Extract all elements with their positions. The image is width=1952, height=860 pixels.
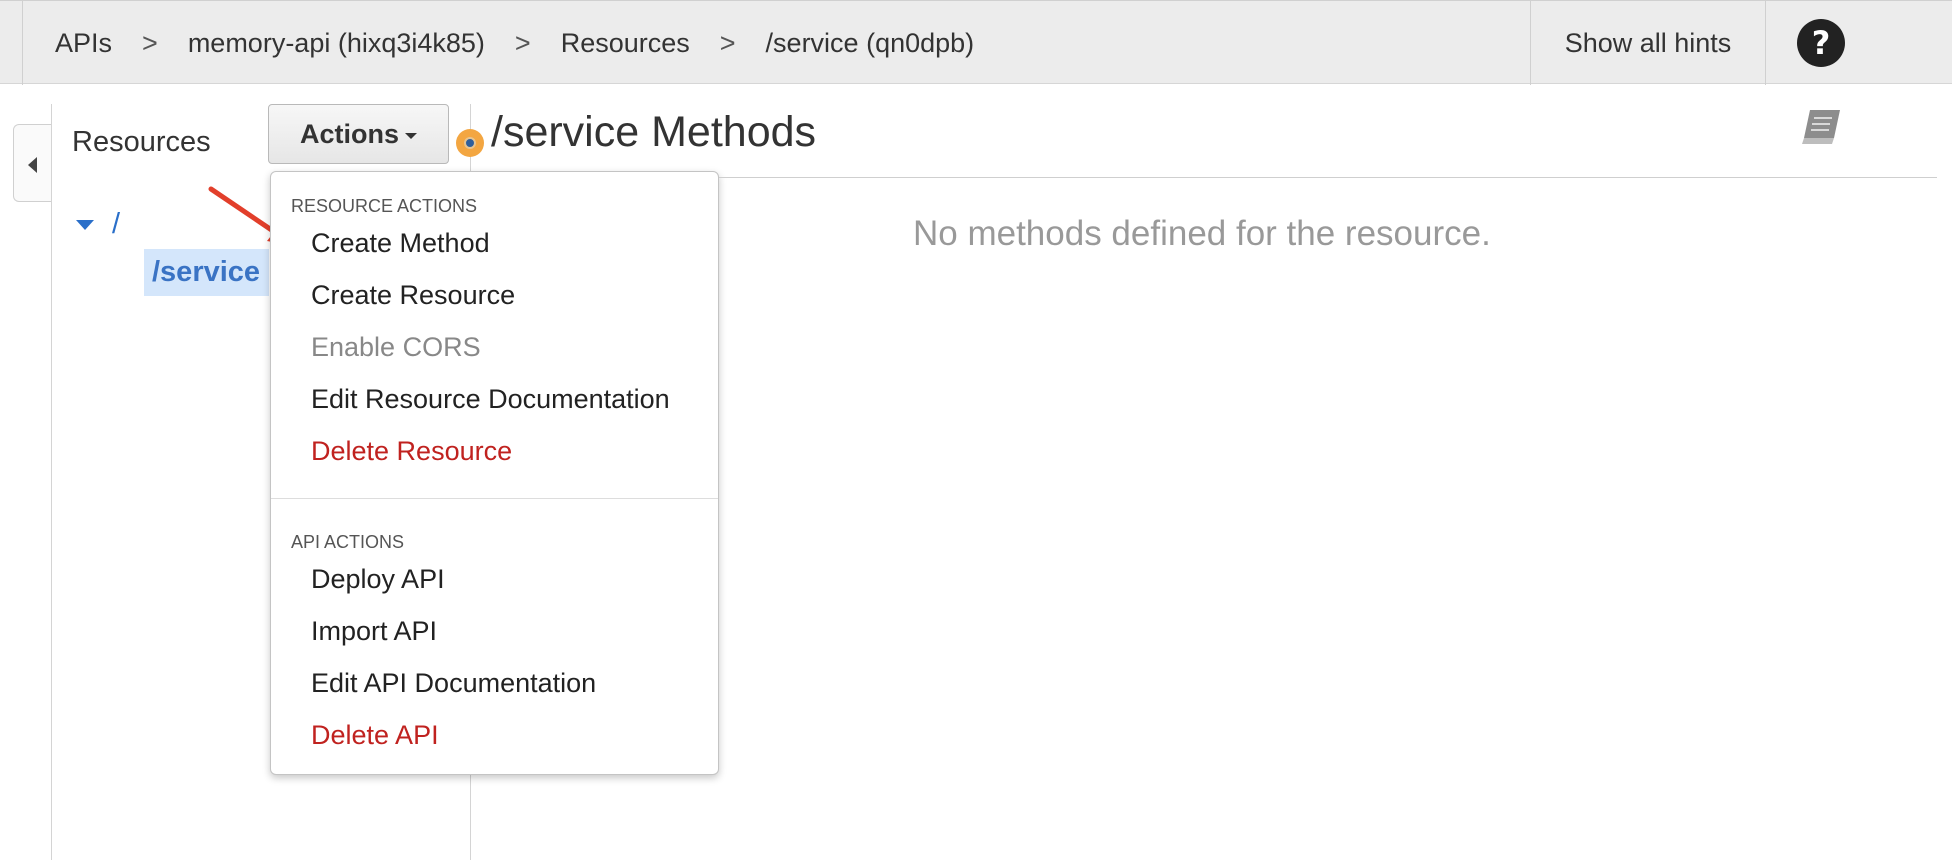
menu-item-enable-cors: Enable CORS xyxy=(311,332,481,362)
menu-item-edit-api-documentation[interactable]: Edit API Documentation xyxy=(311,668,596,699)
page-title: /service Methods xyxy=(491,108,817,156)
empty-methods-message: No methods defined for the resource. xyxy=(913,214,1491,253)
menu-header-resource-actions: RESOURCE ACTIONS xyxy=(291,196,478,216)
help-icon[interactable]: ? xyxy=(1797,19,1845,67)
breadcrumb: APIs > memory-api (hixq3i4k85) > Resourc… xyxy=(55,1,974,85)
menu-header-api-actions: API ACTIONS xyxy=(291,532,405,552)
resources-title: Resources xyxy=(72,126,211,158)
menu-item-delete-api[interactable]: Delete API xyxy=(311,720,439,751)
menu-item-create-method[interactable]: Create Method xyxy=(311,228,490,259)
breadcrumb-current-resource: /service (qn0dpb) xyxy=(765,27,975,58)
actions-dropdown-menu: RESOURCE ACTIONS Create Method Create Re… xyxy=(270,171,719,775)
collapse-icon xyxy=(28,157,37,173)
menu-item-import-api[interactable]: Import API xyxy=(311,616,437,647)
menu-item-edit-resource-documentation[interactable]: Edit Resource Documentation xyxy=(311,384,670,415)
menu-item-deploy-api[interactable]: Deploy API xyxy=(311,564,445,595)
breadcrumb-separator: > xyxy=(142,27,158,58)
panel-divider xyxy=(51,104,52,860)
top-bar-divider xyxy=(22,1,23,85)
menu-divider xyxy=(271,498,718,499)
actions-button[interactable]: Actions xyxy=(268,104,449,164)
tree-node-service[interactable]: /service xyxy=(144,249,269,296)
collapse-panel-button[interactable] xyxy=(13,124,51,202)
breadcrumb-api-name[interactable]: memory-api (hixq3i4k85) xyxy=(188,28,485,59)
tree-expanded-icon[interactable] xyxy=(76,219,94,230)
title-divider xyxy=(719,177,1937,178)
menu-item-create-resource[interactable]: Create Resource xyxy=(311,280,515,311)
status-dot-inner xyxy=(464,137,476,149)
actions-button-label: Actions xyxy=(299,118,399,149)
show-all-hints-button[interactable]: Show all hints xyxy=(1530,1,1766,85)
breadcrumb-separator: > xyxy=(719,27,736,58)
caret-down-icon xyxy=(405,133,417,139)
status-dot-icon xyxy=(456,129,484,157)
menu-item-delete-resource[interactable]: Delete Resource xyxy=(311,436,512,467)
tree-node-root[interactable]: / xyxy=(76,208,120,241)
breadcrumb-resources[interactable]: Resources xyxy=(561,28,690,59)
breadcrumb-apis[interactable]: APIs xyxy=(55,28,112,59)
top-bar: APIs > memory-api (hixq3i4k85) > Resourc… xyxy=(0,0,1952,85)
documentation-icon[interactable] xyxy=(1800,106,1844,148)
tree-node-root-label: / xyxy=(112,208,121,240)
breadcrumb-separator: > xyxy=(514,27,531,58)
